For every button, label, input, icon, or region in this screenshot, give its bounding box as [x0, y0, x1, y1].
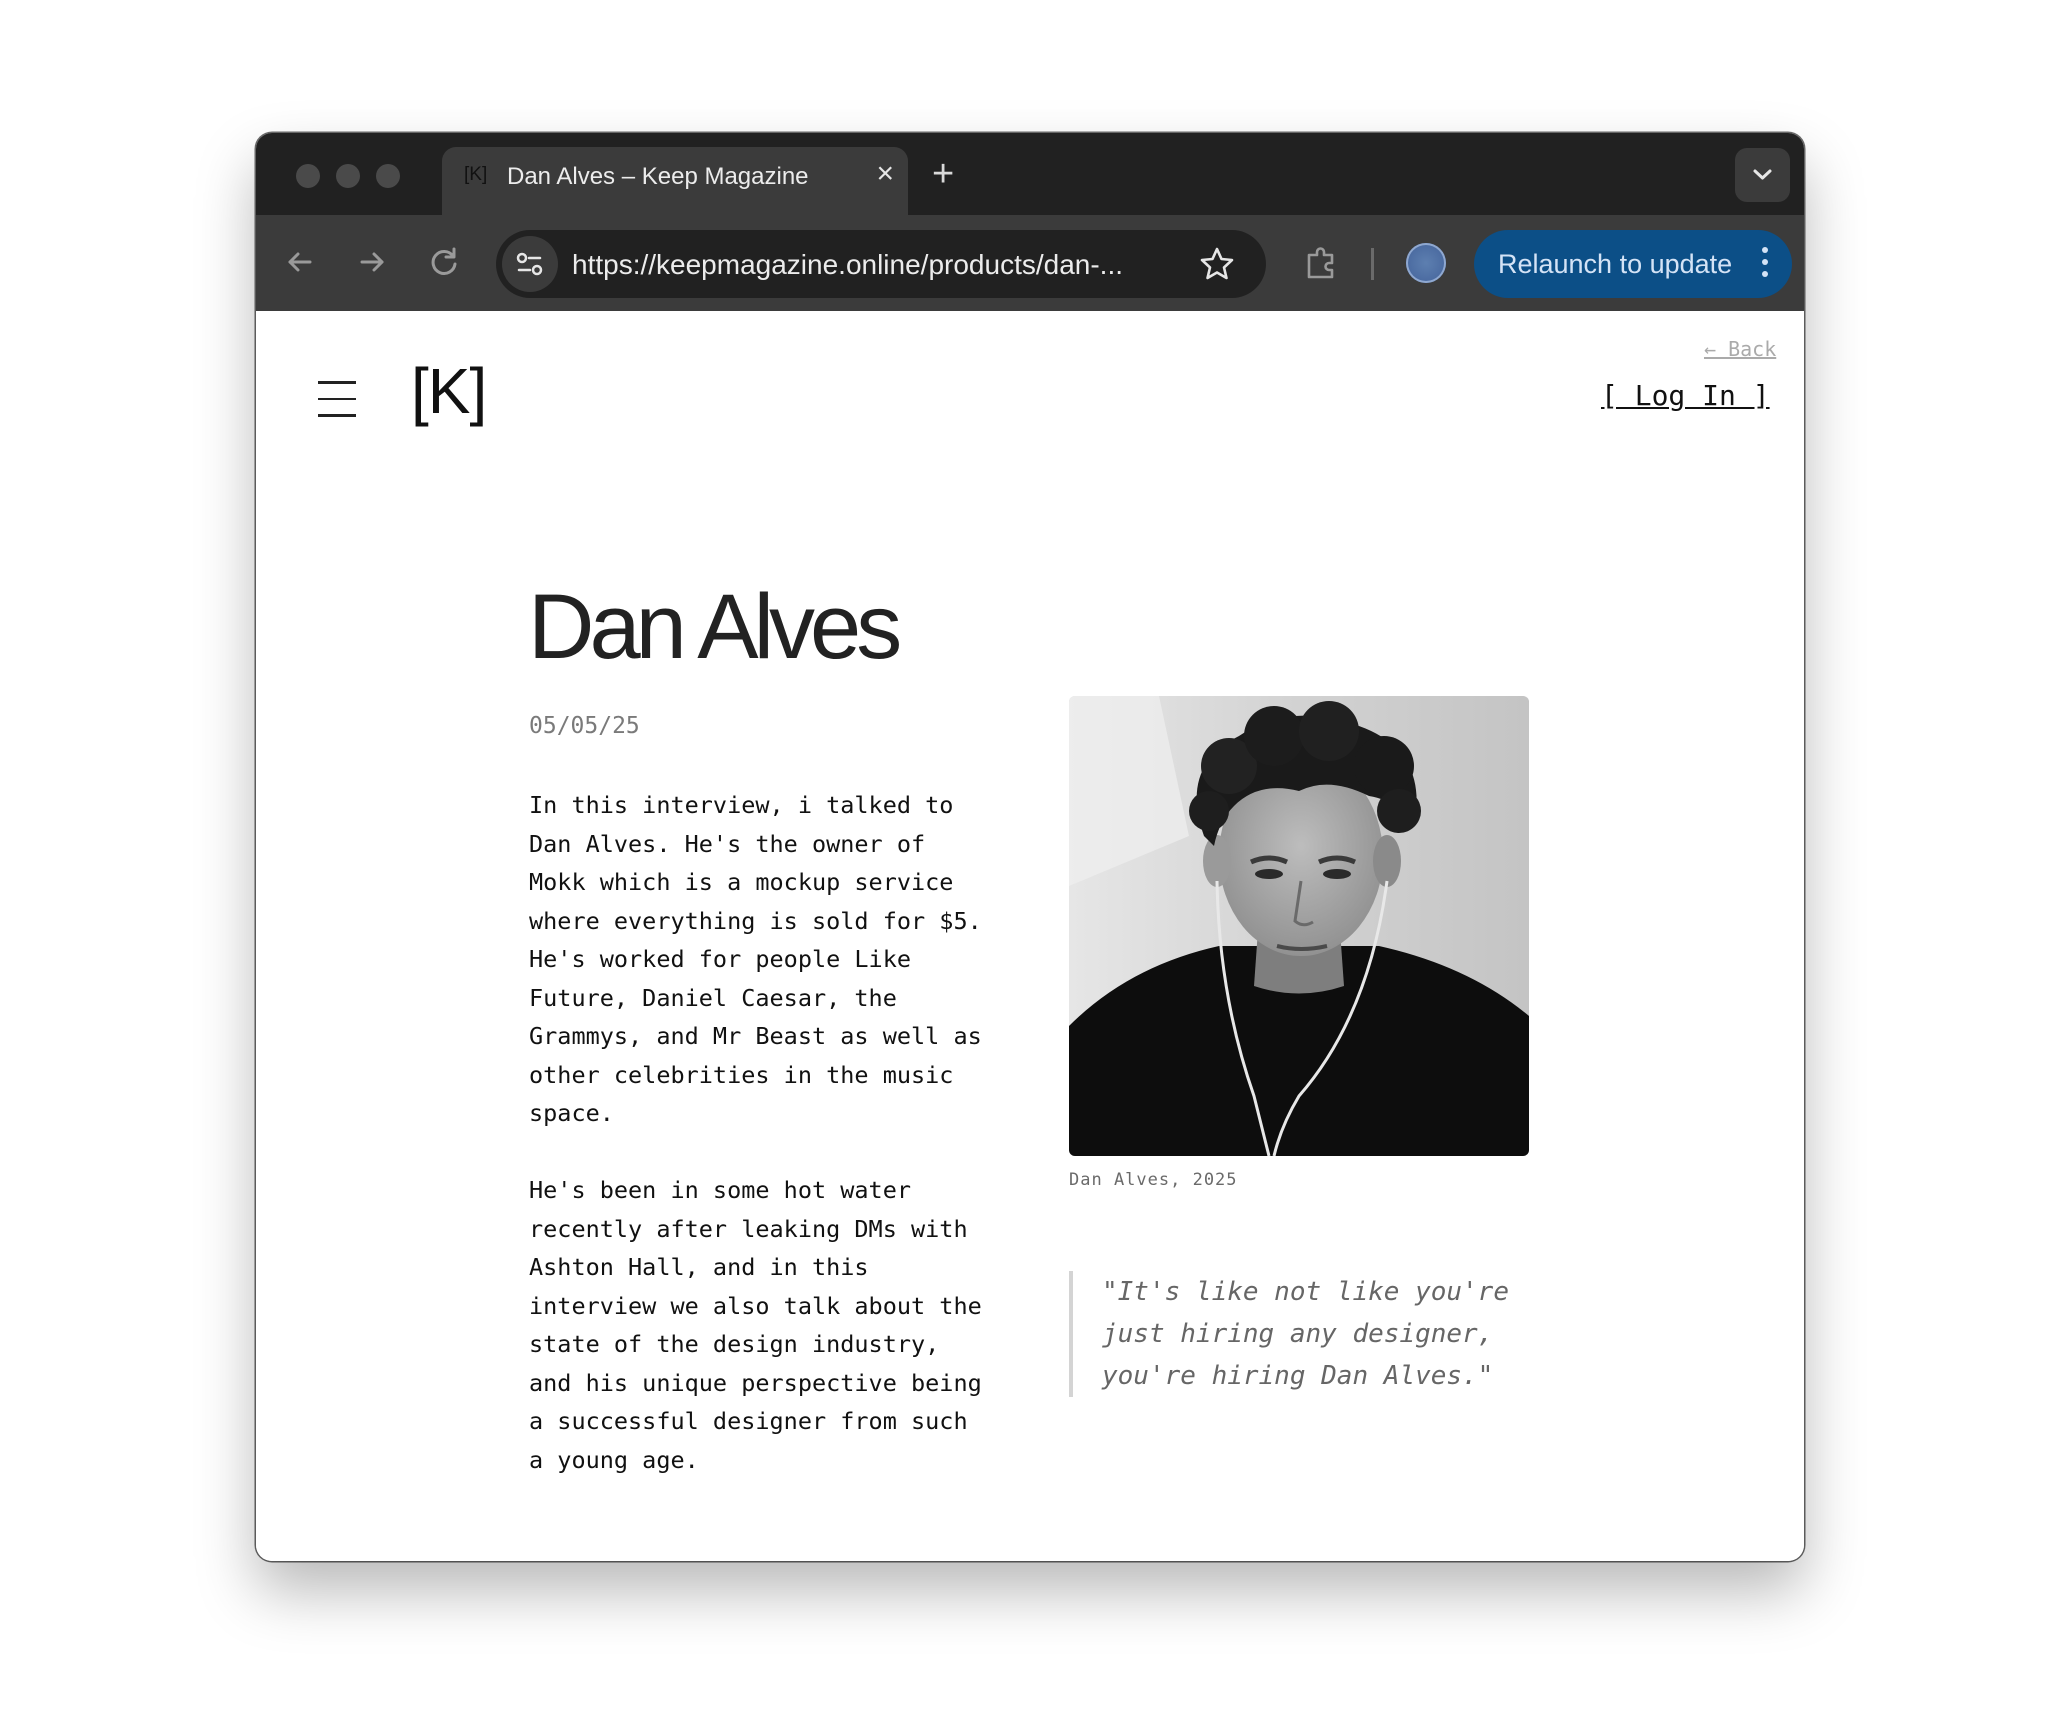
- address-bar[interactable]: https://keepmagazine.online/products/dan…: [496, 230, 1266, 298]
- site-logo[interactable]: [K]: [411, 359, 487, 423]
- login-link[interactable]: [ Log In ]: [1601, 379, 1770, 412]
- tab-title: Dan Alves – Keep Magazine: [507, 163, 809, 190]
- bookmark-star-icon[interactable]: [1198, 245, 1236, 283]
- relaunch-label: Relaunch to update: [1498, 249, 1733, 279]
- article-title: Dan Alves: [528, 576, 902, 678]
- tab-close-icon[interactable]: ×: [876, 159, 894, 189]
- site-settings-icon: [516, 252, 543, 276]
- browser-titlebar: [K] Dan Alves – Keep Magazine × +: [256, 133, 1804, 215]
- photo-caption: Dan Alves, 2025: [1069, 1170, 1238, 1190]
- kebab-menu-icon[interactable]: [1762, 247, 1770, 281]
- browser-toolbar: https://keepmagazine.online/products/dan…: [256, 215, 1804, 311]
- portrait-photo: [1069, 696, 1529, 1156]
- url-text[interactable]: https://keepmagazine.online/products/dan…: [572, 249, 1123, 281]
- article-paragraph-1: In this interview, i talked to Dan Alves…: [529, 791, 982, 1127]
- article-date: 05/05/25: [529, 713, 640, 739]
- extensions-icon[interactable]: [1301, 243, 1341, 283]
- article-paragraph-2: He's been in some hot water recently aft…: [529, 1176, 982, 1474]
- back-link[interactable]: ← Back: [1704, 337, 1776, 361]
- tab-search-button[interactable]: [1735, 148, 1790, 202]
- close-window-button[interactable]: [296, 164, 320, 188]
- page-content: ← Back [K] [ Log In ] Dan Alves 05/05/25…: [256, 311, 1804, 1561]
- chevron-down-icon: [1753, 169, 1772, 180]
- pull-quote: "It's like not like you're just hiring a…: [1069, 1271, 1542, 1397]
- toolbar-divider: [1371, 248, 1374, 280]
- back-arrow-icon[interactable]: [280, 242, 320, 282]
- browser-tab-active[interactable]: [K] Dan Alves – Keep Magazine ×: [442, 147, 908, 215]
- hamburger-icon[interactable]: [318, 381, 356, 417]
- relaunch-to-update-button[interactable]: Relaunch to update: [1474, 230, 1792, 298]
- profile-avatar-icon[interactable]: [1406, 243, 1446, 283]
- minimize-window-button[interactable]: [336, 164, 360, 188]
- browser-window: [K] Dan Alves – Keep Magazine × + https:…: [256, 133, 1804, 1561]
- reload-icon[interactable]: [424, 242, 464, 282]
- forward-arrow-icon[interactable]: [352, 242, 392, 282]
- portrait-image: [1069, 696, 1529, 1156]
- maximize-window-button[interactable]: [376, 164, 400, 188]
- site-settings-button[interactable]: [502, 236, 558, 292]
- tab-favicon-icon: [K]: [464, 164, 488, 185]
- new-tab-button[interactable]: +: [932, 155, 954, 193]
